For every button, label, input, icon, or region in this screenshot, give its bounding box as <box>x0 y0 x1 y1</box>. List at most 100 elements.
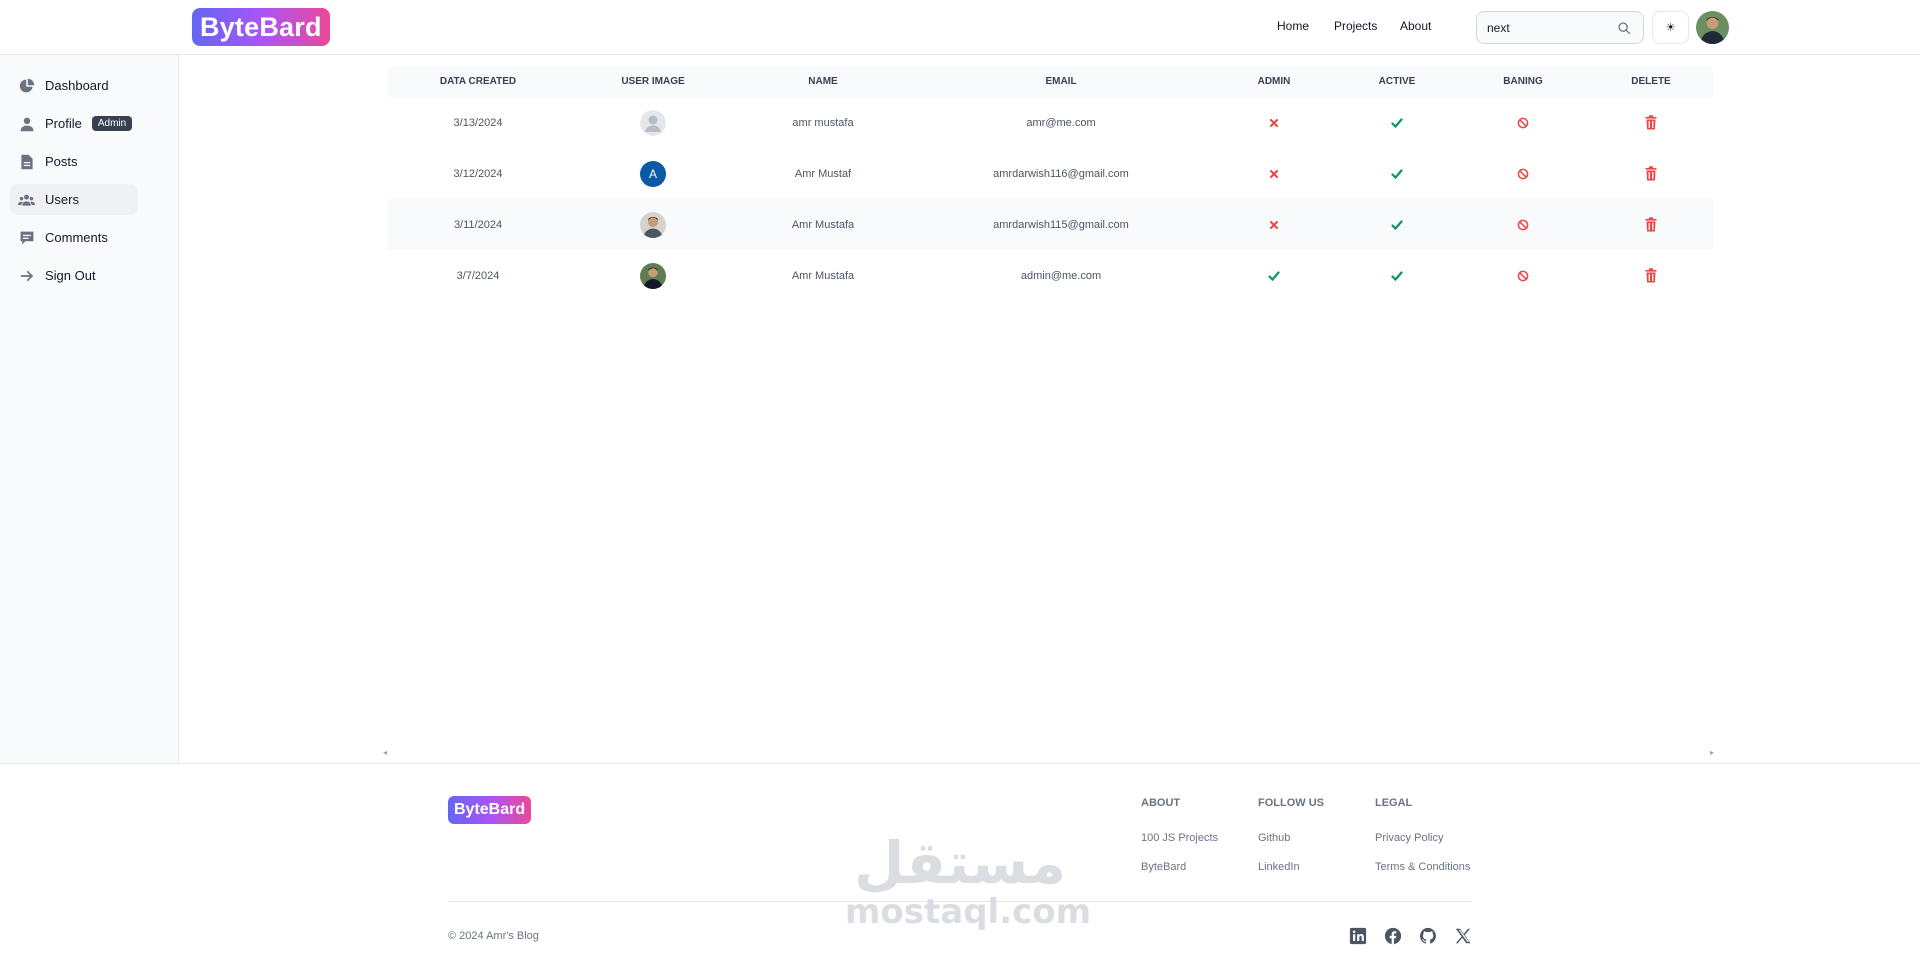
sidebar-item-posts[interactable]: Posts <box>10 146 138 177</box>
active-cell <box>1391 148 1403 199</box>
search-box <box>1476 11 1644 44</box>
table-row: 3/13/2024 amr mustafa amr@me.com <box>387 97 1713 148</box>
table-header: DATA CREATED USER IMAGE NAME EMAIL ADMIN… <box>387 67 1713 97</box>
ban-icon[interactable] <box>1517 117 1529 129</box>
header-avatar[interactable] <box>1696 11 1729 44</box>
github-icon[interactable] <box>1419 927 1437 945</box>
footer-link[interactable]: Github <box>1258 832 1290 844</box>
footer-link[interactable]: LinkedIn <box>1258 861 1300 873</box>
search-input[interactable] <box>1487 20 1615 35</box>
cross-icon <box>1270 118 1278 127</box>
letter-avatar: A <box>640 160 666 187</box>
x-icon[interactable] <box>1454 927 1472 945</box>
user-image-cell <box>640 199 666 250</box>
delete-cell <box>1645 199 1657 250</box>
site-footer: ByteBard ABOUT 100 JS Projects ByteBard … <box>0 763 1920 963</box>
cross-icon <box>1270 169 1278 178</box>
user-image-cell <box>640 250 666 301</box>
email-cell: amrdarwish115@gmail.com <box>993 218 1129 231</box>
trash-icon[interactable] <box>1645 166 1657 181</box>
sidebar-item-sign-out[interactable]: Sign Out <box>10 260 138 291</box>
users-table: DATA CREATED USER IMAGE NAME EMAIL ADMIN… <box>387 67 1713 301</box>
admin-cell <box>1269 97 1279 148</box>
cross-icon <box>1270 220 1278 229</box>
document-icon <box>18 153 35 170</box>
name-cell: Amr Mustaf <box>794 167 852 180</box>
site-logo[interactable]: ByteBard <box>192 8 330 46</box>
admin-badge: Admin <box>91 116 133 131</box>
user-photo-icon <box>640 211 666 238</box>
column-header: BANING <box>1503 76 1543 87</box>
footer-link[interactable]: ByteBard <box>1141 861 1186 873</box>
sidebar-item-label: Posts <box>45 154 78 169</box>
trash-icon[interactable] <box>1645 217 1657 232</box>
date-cell: 3/7/2024 <box>456 269 500 282</box>
active-cell <box>1391 97 1403 148</box>
delete-cell <box>1645 250 1657 301</box>
nav-projects[interactable]: Projects <box>1334 19 1377 33</box>
sidebar-item-comments[interactable]: Comments <box>10 222 138 253</box>
date-cell: 3/11/2024 <box>453 218 503 231</box>
avatar-photo-icon <box>1696 11 1729 44</box>
scroll-left-arrow-icon[interactable]: ◂ <box>383 748 387 757</box>
default-avatar-icon <box>640 109 666 136</box>
column-header: EMAIL <box>1045 76 1077 87</box>
check-icon <box>1268 270 1280 281</box>
name-cell: amr mustafa <box>792 116 854 129</box>
users-icon <box>18 191 35 208</box>
sidebar: Dashboard Profile Admin Posts Users Comm… <box>0 55 179 763</box>
user-image-cell <box>640 97 666 148</box>
date-cell: 3/13/2024 <box>453 116 503 129</box>
check-icon <box>1391 117 1403 128</box>
table-row: 3/11/2024 Amr Mustafa amrdarwish115@gmai… <box>387 199 1713 250</box>
ban-icon[interactable] <box>1517 270 1529 282</box>
nav-about[interactable]: About <box>1400 19 1431 33</box>
column-header: ACTIVE <box>1378 76 1416 87</box>
admin-cell <box>1268 250 1280 301</box>
footer-column-title: ABOUT <box>1141 797 1181 809</box>
column-header: DATA CREATED <box>439 76 517 87</box>
footer-divider <box>448 901 1472 902</box>
user-image-cell: A <box>640 148 666 199</box>
trash-icon[interactable] <box>1645 115 1657 130</box>
column-header: NAME <box>808 76 838 87</box>
linkedin-icon[interactable] <box>1349 927 1367 945</box>
theme-toggle-button[interactable]: ☀ <box>1652 11 1689 44</box>
sidebar-item-label: Comments <box>45 230 108 245</box>
top-header: ByteBard Home Projects About ☀ <box>0 0 1920 55</box>
footer-column-title: FOLLOW US <box>1258 797 1324 809</box>
table-row: 3/12/2024 A Amr Mustaf amrdarwish116@gma… <box>387 148 1713 199</box>
user-photo-icon <box>640 262 666 289</box>
ban-icon[interactable] <box>1517 219 1529 231</box>
table-row: 3/7/2024 Amr Mustafa admin@me.com <box>387 250 1713 301</box>
admin-cell <box>1269 199 1279 250</box>
ban-cell <box>1517 97 1529 148</box>
ban-icon[interactable] <box>1517 168 1529 180</box>
footer-link[interactable]: Terms & Conditions <box>1375 861 1470 873</box>
admin-cell <box>1269 148 1279 199</box>
column-header: ADMIN <box>1257 76 1291 87</box>
trash-icon[interactable] <box>1645 268 1657 283</box>
active-cell <box>1391 250 1403 301</box>
column-header: USER IMAGE <box>621 76 685 87</box>
footer-logo[interactable]: ByteBard <box>448 796 532 824</box>
scroll-right-arrow-icon[interactable]: ▸ <box>1710 748 1714 757</box>
comment-icon <box>18 229 35 246</box>
active-cell <box>1391 199 1403 250</box>
delete-cell <box>1645 97 1657 148</box>
email-cell: amr@me.com <box>1026 116 1096 129</box>
sun-icon: ☀ <box>1665 22 1676 34</box>
sidebar-item-users[interactable]: Users <box>10 184 138 215</box>
pie-chart-icon <box>18 77 35 94</box>
ban-cell <box>1517 148 1529 199</box>
nav-home[interactable]: Home <box>1277 19 1309 33</box>
footer-link[interactable]: Privacy Policy <box>1375 832 1443 844</box>
footer-link[interactable]: 100 JS Projects <box>1141 832 1218 844</box>
footer-column-title: LEGAL <box>1375 797 1413 809</box>
facebook-icon[interactable] <box>1384 927 1402 945</box>
sidebar-item-label: Users <box>45 192 79 207</box>
sidebar-item-dashboard[interactable]: Dashboard <box>10 70 138 101</box>
delete-cell <box>1645 148 1657 199</box>
search-icon[interactable] <box>1617 21 1631 35</box>
sidebar-item-profile[interactable]: Profile Admin <box>10 108 138 139</box>
